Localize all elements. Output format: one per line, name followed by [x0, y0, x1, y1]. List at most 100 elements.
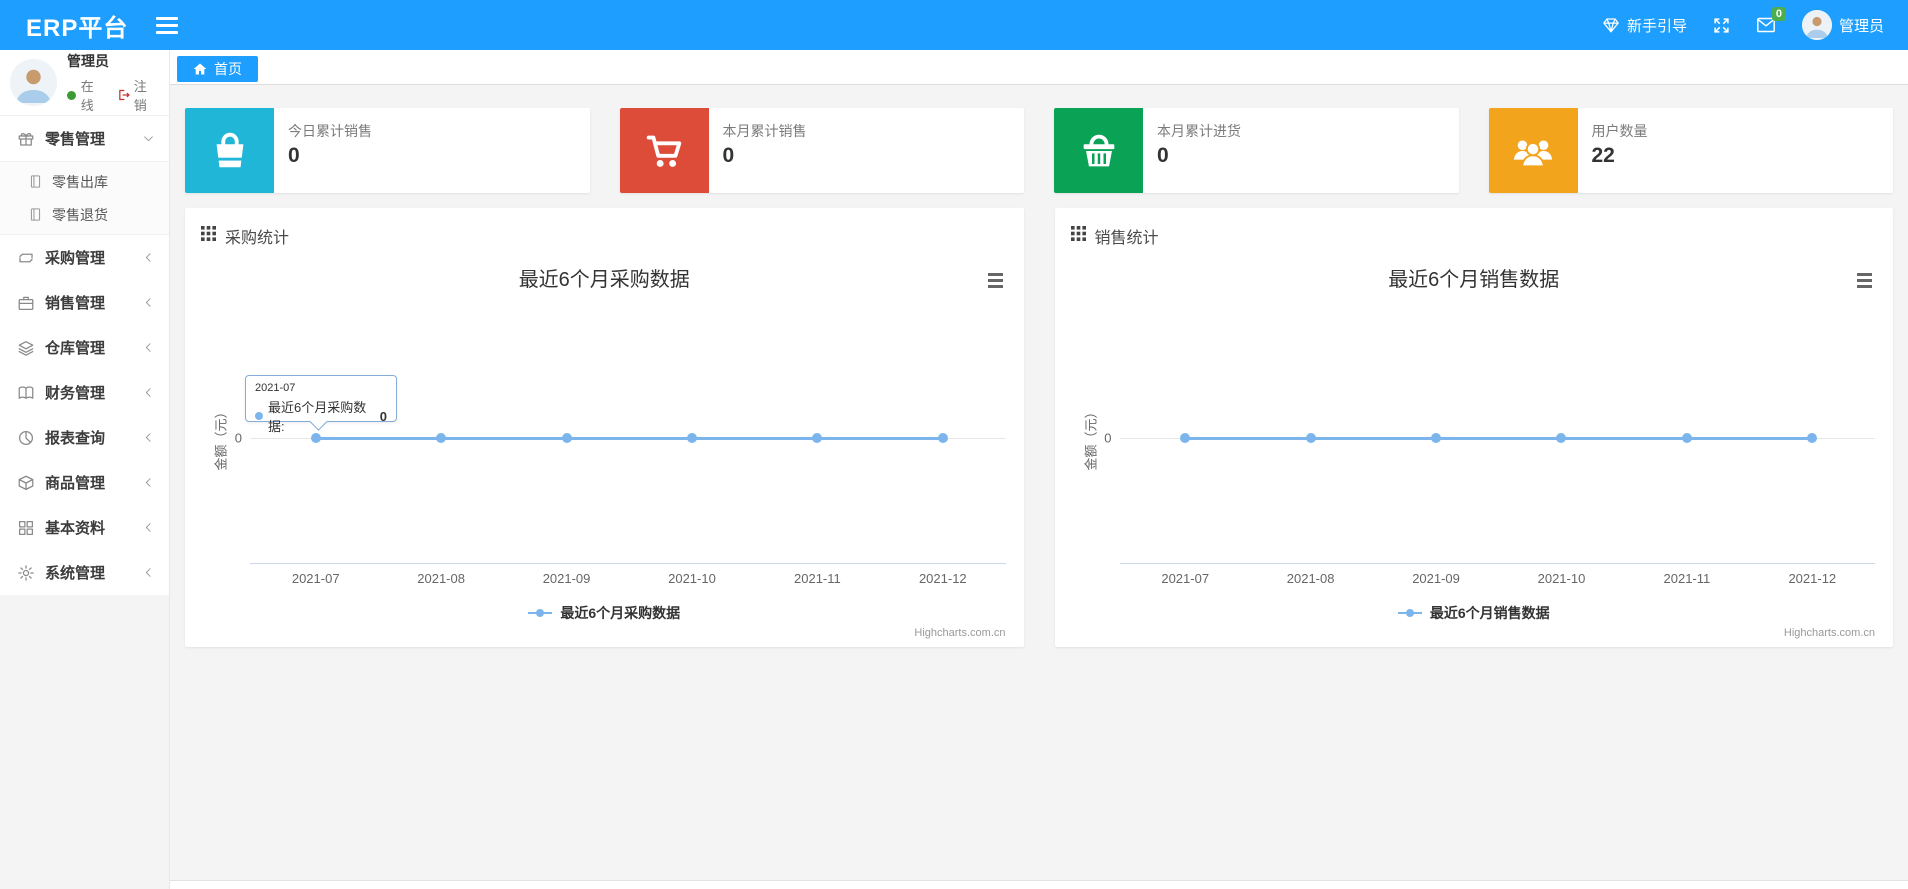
sidebar-item-5[interactable]: 财务管理	[0, 370, 169, 415]
stat-card-value: 0	[1157, 144, 1169, 167]
footer-strip	[170, 880, 1908, 889]
x-axis-line	[1119, 563, 1875, 564]
tooltip-row: 最近6个月采购数据: 0	[255, 397, 387, 435]
stat-cards-row: 今日累计销售 0 本月累计销售 0 本月累计进货 0 用户数量 22	[185, 108, 1893, 193]
shopping-bag-icon	[185, 108, 274, 193]
sales-stats-panel: 销售统计 最近6个月销售数据 金额（元） 0 2021-07 2021-08 2021-0…	[1054, 208, 1894, 647]
sidebar-item-1[interactable]: 零售管理	[0, 116, 169, 161]
basket-icon	[1054, 108, 1143, 193]
x-tick-label: 2021-08	[417, 571, 465, 586]
x-tick-label: 2021-11	[1663, 571, 1711, 586]
sales-chart: 最近6个月销售数据 金额（元） 0 2021-07 2021-08 2021-09 2021…	[1055, 250, 1894, 647]
highcharts-credit-link[interactable]: Highcharts.com.cn	[1784, 627, 1875, 639]
sidebar-item-7[interactable]: 商品管理	[0, 460, 169, 505]
sidebar-item-2[interactable]: 采购管理	[0, 235, 169, 280]
stat-card: 本月累计销售 0	[619, 108, 1024, 193]
tab-label: 首页	[214, 61, 242, 77]
user-menu[interactable]: 管理员	[1801, 10, 1884, 40]
chart-tooltip: 2021-07 最近6个月采购数据: 0	[245, 375, 397, 434]
sidebar-item-label: 商品管理	[45, 475, 106, 492]
pie-chart-icon	[17, 429, 35, 447]
chevron-left-icon	[142, 521, 155, 534]
stat-card-label: 本月累计销售	[722, 123, 807, 139]
gem-icon	[1602, 16, 1620, 34]
sidebar-item-8[interactable]: 基本资料	[0, 505, 169, 550]
chevron-left-icon	[142, 296, 155, 309]
sidebar-item-6[interactable]: 报表查询	[0, 415, 169, 460]
grid-icon	[17, 519, 35, 537]
user-avatar	[1801, 10, 1832, 40]
fullscreen-button[interactable]	[1713, 17, 1730, 34]
online-status-icon	[67, 90, 76, 100]
sidebar-item-9[interactable]: 系统管理	[0, 550, 169, 595]
sidebar-avatar	[10, 59, 57, 106]
sidebar-item-4[interactable]: 仓库管理	[0, 325, 169, 370]
sidebar-toggle-icon[interactable]	[156, 16, 179, 34]
data-point[interactable]	[1305, 433, 1316, 443]
data-point[interactable]	[1556, 433, 1567, 443]
users-icon	[1488, 108, 1578, 193]
sidebar-item-label: 报表查询	[45, 430, 106, 447]
stat-card-body: 今日累计销售 0	[274, 108, 386, 193]
logout-button[interactable]: 注销	[117, 76, 159, 114]
gear-icon	[17, 564, 35, 582]
data-point[interactable]	[1431, 433, 1442, 443]
submenu-item-label: 零售出库	[52, 173, 108, 190]
chevron-left-icon	[142, 386, 155, 399]
data-point[interactable]	[812, 433, 823, 443]
y-axis-tick-label: 0	[1104, 430, 1112, 446]
data-point[interactable]	[937, 433, 948, 443]
legend-item[interactable]: 最近6个月销售数据	[1055, 603, 1894, 623]
main-area: 首页 今日累计销售 0 本月累计销售 0 本月累计进货 0 用户数量 22 采购统计 最近6个…	[170, 50, 1908, 889]
data-point[interactable]	[686, 433, 697, 443]
legend-item[interactable]: 最近6个月采购数据	[185, 603, 1024, 623]
data-point[interactable]	[436, 433, 447, 443]
chevron-left-icon	[142, 431, 155, 444]
stat-card-body: 用户数量 22	[1578, 108, 1662, 193]
sidebar-item-label: 系统管理	[45, 565, 106, 582]
user-name: 管理员	[1838, 17, 1884, 35]
chevron-left-icon	[142, 251, 155, 264]
x-tick-label: 2021-12	[918, 571, 967, 586]
series-marker-icon	[255, 412, 263, 420]
home-icon	[193, 63, 207, 75]
stat-card-value: 0	[288, 144, 300, 167]
logout-icon	[119, 89, 130, 101]
chart-context-menu-button[interactable]	[1854, 270, 1875, 291]
messages-button[interactable]: 0	[1756, 7, 1786, 34]
x-tick-label: 2021-11	[794, 571, 841, 586]
chart-context-menu-button[interactable]	[985, 270, 1006, 291]
x-tick-label: 2021-09	[542, 571, 591, 586]
submenu-item[interactable]: 零售出库	[0, 165, 169, 198]
x-tick-label: 2021-12	[1788, 571, 1837, 586]
submenu-item[interactable]: 零售退货	[0, 198, 169, 231]
sidebar-item-label: 财务管理	[45, 385, 106, 402]
layers-icon	[17, 339, 35, 357]
app-brand[interactable]: ERP平台	[0, 8, 128, 43]
top-navbar: ERP平台 新手引导 0 管理员	[0, 0, 1908, 50]
data-point[interactable]	[1180, 433, 1191, 443]
package-icon	[17, 474, 35, 492]
guide-button[interactable]: 新手引导	[1602, 15, 1687, 36]
tab-bar: 首页	[170, 50, 1908, 85]
legend-marker-icon	[528, 609, 553, 617]
stat-card-value: 22	[1591, 144, 1615, 167]
journal-icon	[28, 207, 43, 222]
tooltip-series-label: 最近6个月采购数据:	[268, 400, 367, 434]
purchase-stats-panel: 采购统计 最近6个月采购数据 金额（元） 0 2021-07 2021-08 2021-0…	[185, 208, 1024, 647]
y-axis-tick-label: 0	[234, 430, 242, 446]
data-point[interactable]	[1681, 433, 1692, 443]
sidebar-user-panel: 管理员 在线 注销	[0, 50, 169, 116]
logout-label: 注销	[133, 79, 147, 113]
highcharts-credit-link[interactable]: Highcharts.com.cn	[914, 627, 1005, 639]
chevron-down-icon	[142, 132, 155, 145]
sidebar-item-3[interactable]: 销售管理	[0, 280, 169, 325]
tab-home[interactable]: 首页	[177, 56, 258, 82]
chevron-left-icon	[142, 341, 155, 354]
data-point[interactable]	[1807, 433, 1818, 443]
cart-icon	[619, 108, 709, 193]
data-point[interactable]	[561, 433, 572, 443]
sidebar-user-name: 管理员	[67, 53, 109, 69]
submenu-item-label: 零售退货	[52, 206, 108, 223]
chevron-left-icon	[142, 566, 155, 579]
